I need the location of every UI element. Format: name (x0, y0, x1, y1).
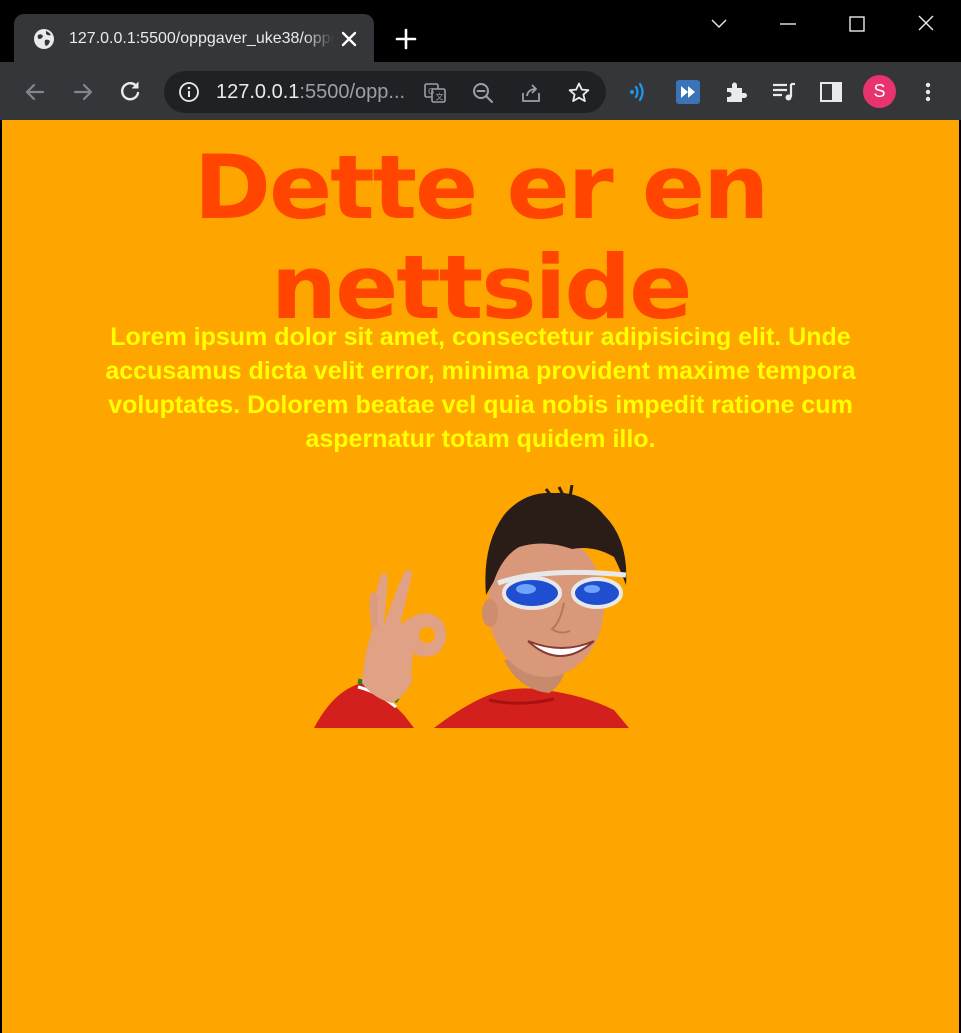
puzzle-icon[interactable] (723, 79, 749, 105)
broadcast-icon[interactable] (626, 79, 652, 105)
smiling-man-sunglasses-photo (314, 485, 629, 728)
info-icon[interactable] (178, 81, 200, 103)
svg-text:文: 文 (436, 92, 444, 102)
page-heading: Dette er en nettside (193, 136, 770, 339)
url-host: 127.0.0.1 (216, 81, 300, 103)
close-icon[interactable] (338, 28, 360, 50)
maximize-icon[interactable] (842, 10, 872, 38)
url-path: :5500/opp... (299, 81, 406, 103)
minimize-icon[interactable] (773, 10, 803, 38)
tab-title: 127.0.0.1:5500/oppgaver_uke38/oppgave (69, 28, 334, 50)
share-icon[interactable] (519, 81, 543, 105)
browser-tab-active[interactable]: 127.0.0.1:5500/oppgaver_uke38/oppgave (14, 14, 374, 62)
address-bar[interactable]: 127.0.0.1:5500/opp... G 文 (164, 71, 606, 113)
page-viewport: Dette er en nettside Lorem ipsum dolor s… (2, 120, 959, 1033)
translate-icon[interactable]: G 文 (423, 81, 447, 105)
chevron-down-icon[interactable] (704, 10, 734, 38)
plus-icon[interactable] (394, 27, 418, 51)
media-queue-icon[interactable] (771, 79, 797, 105)
reload-icon[interactable] (117, 79, 143, 105)
zoom-out-icon[interactable] (471, 81, 495, 105)
browser-toolbar: 127.0.0.1:5500/opp... G 文 S (0, 62, 961, 120)
tab-strip: 127.0.0.1:5500/oppgaver_uke38/oppgave (0, 0, 961, 62)
fast-forward-icon[interactable] (675, 79, 701, 105)
page-paragraph: Lorem ipsum dolor sit amet, consectetur … (105, 323, 856, 453)
side-panel-icon[interactable] (818, 79, 844, 105)
globe-icon (34, 29, 54, 49)
back-arrow-icon[interactable] (22, 79, 48, 105)
browser-window: 127.0.0.1:5500/oppgaver_uke38/oppgave (0, 0, 961, 1033)
star-icon[interactable] (567, 81, 591, 105)
forward-arrow-icon[interactable] (70, 79, 96, 105)
url-text[interactable]: 127.0.0.1:5500/opp... (216, 81, 411, 103)
three-dots-icon[interactable] (915, 79, 941, 105)
svg-text:G: G (428, 87, 434, 96)
profile-avatar[interactable]: S (863, 75, 896, 108)
close-icon[interactable] (911, 10, 941, 38)
